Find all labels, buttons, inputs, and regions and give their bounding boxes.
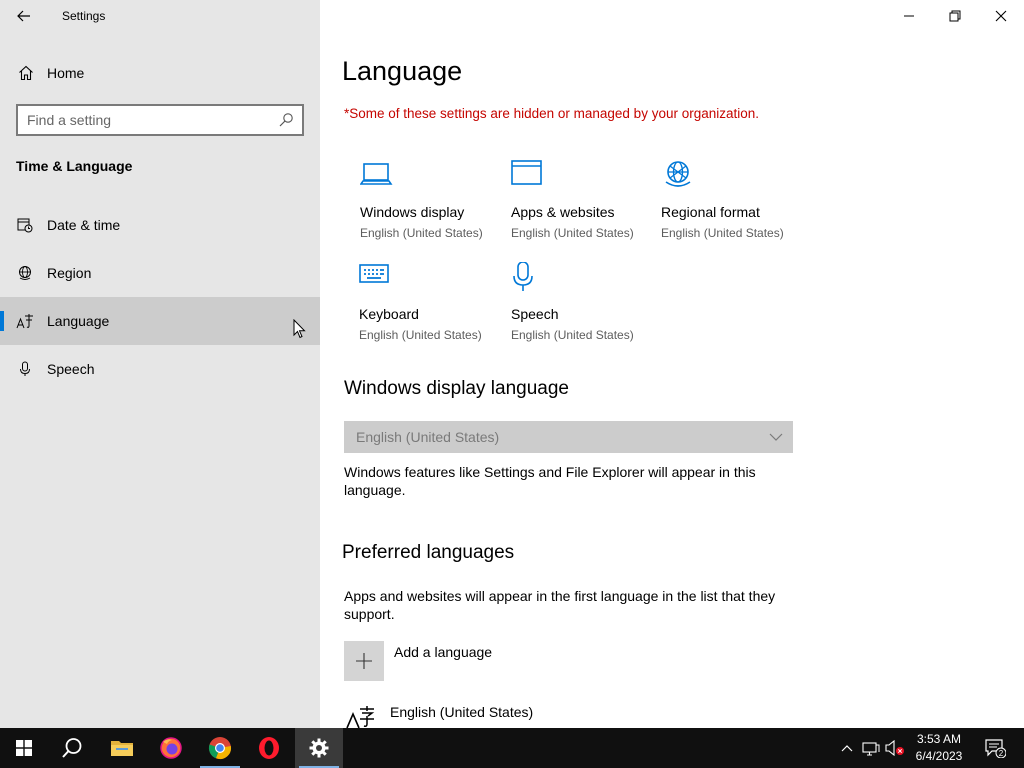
list-item-language[interactable]: English (United States) xyxy=(344,704,533,728)
sidebar-item-speech[interactable]: Speech xyxy=(0,345,320,393)
network-button[interactable] xyxy=(860,728,882,768)
chevron-down-icon xyxy=(769,433,783,441)
close-icon xyxy=(995,10,1007,22)
tile-subtitle: English (United States) xyxy=(511,226,634,240)
firefox-button[interactable] xyxy=(147,728,195,768)
windows-logo-icon xyxy=(16,740,32,756)
tile-subtitle: English (United States) xyxy=(360,226,483,240)
clock-time: 3:53 AM xyxy=(916,732,962,746)
language-icon xyxy=(346,706,375,728)
microphone-icon xyxy=(16,360,34,378)
laptop-icon xyxy=(360,163,393,185)
close-button[interactable] xyxy=(978,0,1024,32)
sidebar-item-label: Date & time xyxy=(47,217,121,233)
notification-icon: 2 xyxy=(985,739,1006,758)
sidebar-item-language[interactable]: Language xyxy=(0,297,320,345)
sidebar-item-label: Region xyxy=(47,265,92,281)
add-language-button[interactable]: Add a language xyxy=(344,641,492,681)
tile-name: Keyboard xyxy=(359,306,419,322)
chevron-up-icon xyxy=(841,745,853,752)
firefox-icon xyxy=(160,737,182,759)
tile-windows-display[interactable]: Windows display English (United States) xyxy=(360,160,500,250)
search-icon xyxy=(62,738,82,758)
globe-icon xyxy=(665,161,691,187)
taskbar: 3:53 AM 6/4/2023 2 xyxy=(0,728,1024,768)
tile-regional-format[interactable]: Regional format English (United States) xyxy=(661,160,801,250)
preferred-languages-description: Apps and websites will appear in the fir… xyxy=(344,588,776,622)
volume-muted-icon xyxy=(885,740,904,756)
settings-taskbar-button[interactable] xyxy=(295,728,343,768)
sidebar-item-label: Speech xyxy=(47,361,95,377)
organization-notice: *Some of these settings are hidden or ma… xyxy=(344,106,760,121)
tile-apps-websites[interactable]: Apps & websites English (United States) xyxy=(511,160,651,250)
folder-icon xyxy=(111,741,133,756)
plus-icon xyxy=(344,641,384,681)
minimize-button[interactable] xyxy=(886,0,932,32)
restore-icon xyxy=(949,10,961,22)
tile-name: Regional format xyxy=(661,204,760,220)
mouse-cursor-icon xyxy=(293,319,306,339)
clock-icon xyxy=(16,216,34,234)
nav-home[interactable]: Home xyxy=(0,52,320,94)
language-icon xyxy=(16,312,34,330)
sidebar-item-date-time[interactable]: Date & time xyxy=(0,201,320,249)
back-arrow-icon xyxy=(17,10,30,22)
home-icon xyxy=(17,64,35,82)
search-taskbar-button[interactable] xyxy=(48,728,96,768)
start-button[interactable] xyxy=(0,728,48,768)
globe-icon xyxy=(16,264,34,282)
nav-home-label: Home xyxy=(47,65,85,81)
tile-subtitle: English (United States) xyxy=(359,328,482,342)
tile-name: Windows display xyxy=(360,204,465,220)
language-name: English (United States) xyxy=(390,704,534,720)
display-language-select[interactable]: English (United States) xyxy=(344,421,793,453)
search-icon[interactable] xyxy=(278,112,294,128)
title-bar: Settings xyxy=(0,0,320,32)
sidebar: Settings Home Time & Language Date & tim… xyxy=(0,0,320,728)
search-box[interactable] xyxy=(16,104,304,136)
restore-button[interactable] xyxy=(932,0,978,32)
display-language-heading: Windows display language xyxy=(344,378,569,399)
preferred-languages-heading: Preferred languages xyxy=(342,542,515,563)
window-icon xyxy=(511,160,542,185)
section-title: Time & Language xyxy=(16,158,133,174)
opera-icon xyxy=(259,737,279,759)
tile-subtitle: English (United States) xyxy=(661,226,784,240)
sidebar-item-region[interactable]: Region xyxy=(0,249,320,297)
network-icon xyxy=(862,742,880,756)
tile-name: Apps & websites xyxy=(511,204,615,220)
clock-date: 6/4/2023 xyxy=(915,749,963,763)
chrome-icon xyxy=(208,737,231,760)
tile-keyboard[interactable]: Keyboard English (United States) xyxy=(359,262,499,352)
action-center-button[interactable]: 2 xyxy=(980,728,1010,768)
tile-name: Speech xyxy=(511,306,559,322)
volume-button[interactable] xyxy=(884,728,906,768)
display-language-description: Windows features like Settings and File … xyxy=(344,464,756,498)
minimize-icon xyxy=(904,15,914,17)
keyboard-icon xyxy=(359,264,389,283)
taskbar-clock[interactable]: 3:53 AM 6/4/2023 xyxy=(906,731,972,765)
file-explorer-button[interactable] xyxy=(98,728,146,768)
page-title: Language xyxy=(342,56,463,86)
gear-icon xyxy=(309,738,329,758)
microphone-icon xyxy=(513,262,533,291)
display-language-value: English (United States) xyxy=(356,429,500,445)
opera-button[interactable] xyxy=(245,728,293,768)
sidebar-item-label: Language xyxy=(47,313,110,329)
tile-speech[interactable]: Speech English (United States) xyxy=(511,262,651,352)
notification-count: 2 xyxy=(999,749,1004,758)
search-input[interactable] xyxy=(18,112,268,128)
app-title: Settings xyxy=(62,9,106,23)
chrome-button[interactable] xyxy=(196,728,244,768)
back-button[interactable] xyxy=(8,4,40,28)
tile-subtitle: English (United States) xyxy=(511,328,634,342)
show-hidden-icons-button[interactable] xyxy=(836,728,858,768)
add-language-label: Add a language xyxy=(394,644,493,660)
